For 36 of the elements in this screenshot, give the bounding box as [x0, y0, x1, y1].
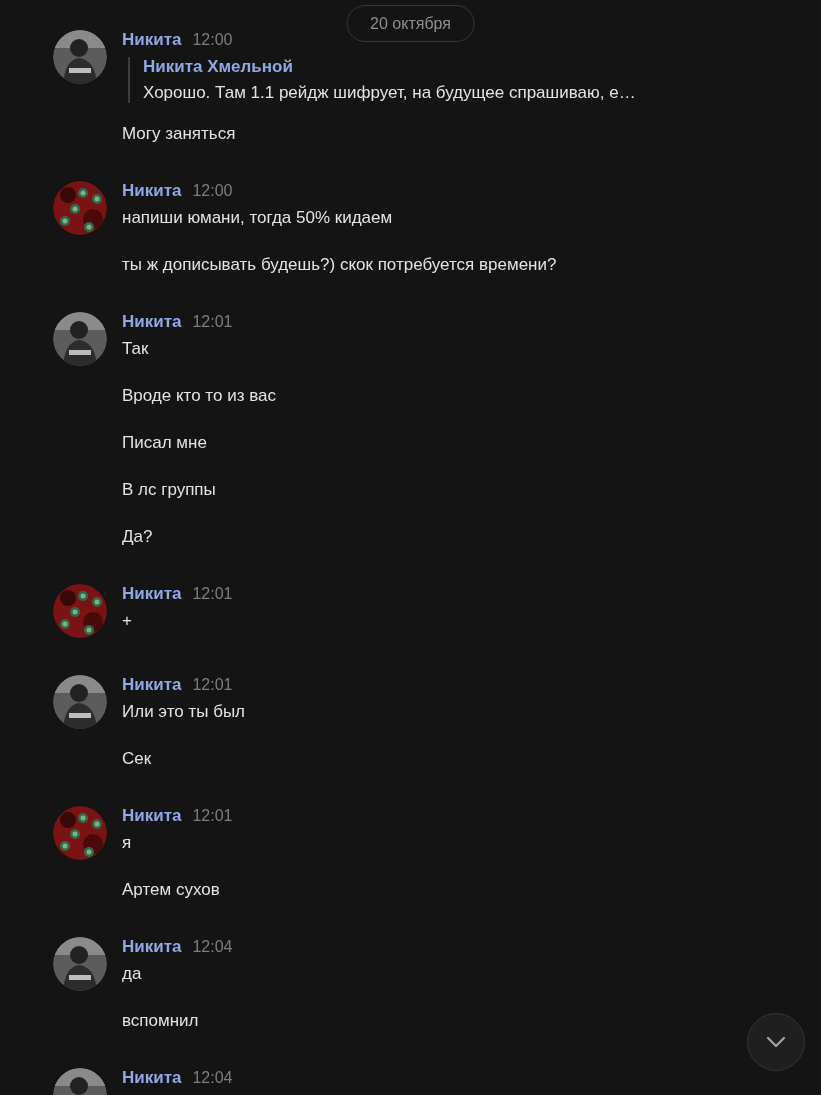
chevron-down-icon: [766, 1036, 786, 1048]
message-text: Да?: [122, 527, 154, 547]
author-name[interactable]: Никита: [122, 675, 182, 695]
quote-block[interactable]: Никита Хмельной Хорошо. Там 1.1 рейдж шифрует, на будущее спрашиваю, е…: [128, 57, 636, 103]
message-text: Артем сухов: [122, 880, 221, 900]
message-time: 12:01: [192, 675, 233, 695]
author-name[interactable]: Никита: [122, 30, 182, 50]
author-name[interactable]: Никита: [122, 312, 182, 332]
message-text: Сек: [122, 749, 153, 769]
message-text: ты ж дописывать будешь?) скок потребуется времени?: [122, 255, 557, 275]
message-text: вспомнил: [122, 1011, 200, 1031]
message-text: Могу заняться: [122, 124, 237, 144]
message-time: 12:04: [192, 1068, 233, 1088]
author-name[interactable]: Никита: [122, 584, 182, 604]
author-name[interactable]: Никита: [122, 806, 182, 826]
message-time: 12:00: [192, 181, 233, 201]
author-name[interactable]: Никита: [122, 181, 182, 201]
quote-text: Хорошо. Там 1.1 рейдж шифрует, на будущее спрашиваю, е…: [143, 83, 636, 103]
message-text: да: [122, 964, 143, 984]
message-time: 12:01: [192, 312, 233, 332]
message-text: В лс группы: [122, 480, 217, 500]
message-time: 12:01: [192, 584, 233, 604]
message-text: я: [122, 833, 133, 853]
message-text: +: [122, 611, 133, 631]
message-text: напиши юмани, тогда 50% кидаем: [122, 208, 394, 228]
date-pill: 20 октября: [346, 5, 475, 42]
message-text: Или это ты был: [122, 702, 246, 722]
author-name[interactable]: Никита: [122, 937, 182, 957]
message-time: 12:00: [192, 30, 233, 50]
message-text: Писал мне: [122, 433, 208, 453]
author-name[interactable]: Никита: [122, 1068, 182, 1088]
message-text: Так: [122, 339, 150, 359]
message-time: 12:01: [192, 806, 233, 826]
quote-author: Никита Хмельной: [143, 57, 294, 77]
message-time: 12:04: [192, 937, 233, 957]
message-text: Вроде кто то из вас: [122, 386, 276, 406]
